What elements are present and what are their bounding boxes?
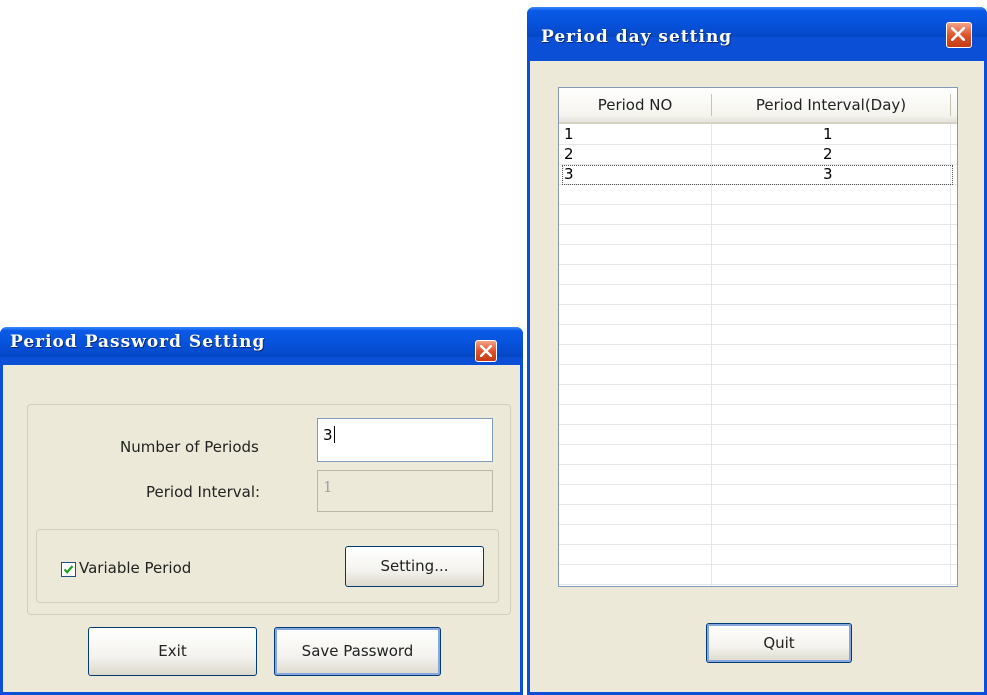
grid-line (559, 444, 957, 445)
grid-line (559, 344, 957, 345)
variable-period-checkbox[interactable] (61, 562, 76, 577)
exit-button-label: Exit (158, 642, 187, 660)
grid-line (559, 524, 957, 525)
save-password-button[interactable]: Save Password (274, 627, 441, 676)
close-icon (480, 345, 492, 357)
quit-button[interactable]: Quit (706, 623, 852, 663)
close-button[interactable] (946, 22, 972, 48)
period-day-dialog: Period day setting Period NO Period Inte… (527, 7, 987, 695)
grid-line (559, 244, 957, 245)
number-of-periods-label: Number of Periods (120, 438, 259, 456)
check-icon (63, 565, 74, 574)
number-of-periods-input[interactable]: 3 (317, 418, 493, 462)
period-password-titlebar[interactable]: Period Password Setting (0, 327, 523, 362)
period-interval-cell: 2 (823, 145, 833, 163)
period-password-dialog: Period Password Setting Number of Period… (0, 327, 523, 695)
period-no-cell: 3 (564, 165, 574, 183)
setting-button-label: Setting... (380, 557, 449, 575)
grid-line (559, 584, 957, 585)
setting-button[interactable]: Setting... (345, 546, 484, 587)
grid-line (559, 224, 957, 225)
number-of-periods-value: 3 (323, 426, 333, 444)
close-button[interactable] (475, 340, 497, 362)
dialog-title: Period Password Setting (10, 332, 266, 352)
period-no-cell: 2 (564, 145, 574, 163)
period-day-client: Period NO Period Interval(Day) 1 1 2 2 3… (530, 61, 984, 692)
exit-button[interactable]: Exit (88, 627, 257, 676)
save-password-button-label: Save Password (301, 642, 414, 660)
table-row[interactable]: 3 3 (559, 165, 957, 185)
column-header-period-no[interactable]: Period NO (559, 96, 711, 114)
grid-line (559, 264, 957, 265)
grid-line (559, 384, 957, 385)
variable-period-label[interactable]: Variable Period (79, 559, 191, 577)
grid-line (559, 324, 957, 325)
grid-line (559, 504, 957, 505)
grid-line (559, 544, 957, 545)
grid-line (950, 124, 951, 586)
grid-line (559, 284, 957, 285)
period-interval-cell: 3 (823, 165, 833, 183)
grid-line (559, 424, 957, 425)
grid-line (559, 304, 957, 305)
grid-line (559, 464, 957, 465)
period-interval-label: Period Interval: (146, 483, 261, 501)
dialog-title: Period day setting (541, 27, 733, 47)
grid-line (559, 564, 957, 565)
close-icon (951, 27, 965, 41)
column-header-period-interval[interactable]: Period Interval(Day) (712, 96, 950, 114)
period-list[interactable]: Period NO Period Interval(Day) 1 1 2 2 3… (558, 87, 958, 587)
period-password-client: Number of Periods 3 Period Interval: 1 V… (3, 365, 520, 692)
table-row[interactable]: 1 1 (559, 125, 957, 145)
list-header: Period NO Period Interval(Day) (559, 88, 957, 124)
text-caret (333, 426, 335, 443)
period-no-cell: 1 (564, 125, 574, 143)
grid-line (559, 404, 957, 405)
period-interval-value: 1 (323, 478, 333, 496)
quit-button-label: Quit (763, 634, 795, 652)
period-interval-input: 1 (317, 470, 493, 512)
table-row[interactable]: 2 2 (559, 145, 957, 165)
column-separator[interactable] (950, 94, 951, 116)
grid-line (559, 484, 957, 485)
period-day-titlebar[interactable]: Period day setting (527, 7, 987, 48)
grid-line (559, 364, 957, 365)
grid-line (559, 204, 957, 205)
grid-line (711, 124, 712, 586)
period-interval-cell: 1 (823, 125, 833, 143)
